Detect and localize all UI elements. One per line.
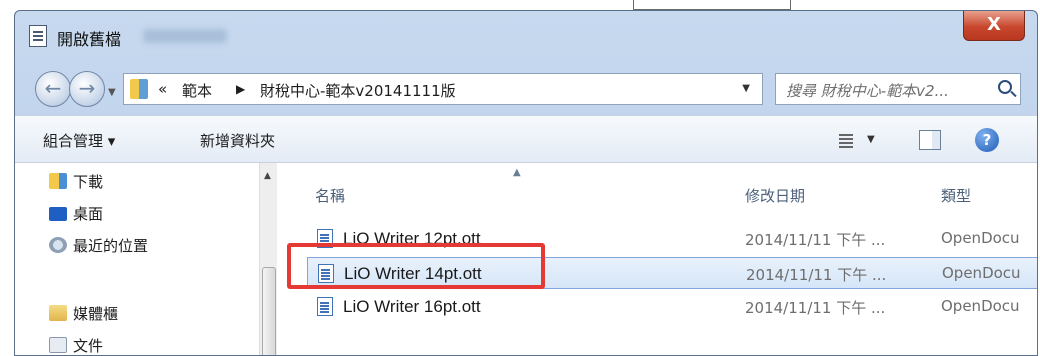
address-row: ← → ▼ « 範本 ▶ 財稅中心-範本v20141111版 ▼ 搜尋 財稅中心… [15,63,1037,115]
sidebar-item-documents[interactable]: 文件 [49,335,104,355]
window-edge-box [633,0,791,10]
arrow-left-icon: ← [44,76,62,100]
sidebar-item-label: 媒體櫃 [73,305,119,323]
folder-icon [130,79,148,99]
preview-pane-icon[interactable] [919,130,941,150]
sidebar-item-label: 最近的位置 [73,237,149,255]
file-date: 2014/11/11 下午 ... [745,299,886,317]
column-header-name[interactable]: 名稱 [315,185,345,206]
document-icon [317,297,333,316]
open-file-dialog: 開啟舊檔 X ← → ▼ « 範本 ▶ 財稅中心-範本v20141111版 ▼ … [14,10,1038,356]
address-bar[interactable]: « 範本 ▶ 財稅中心-範本v20141111版 ▼ [123,73,763,105]
close-button[interactable]: X [963,11,1025,41]
column-header-type[interactable]: 類型 [941,185,971,206]
sidebar-item-label: 文件 [73,337,104,355]
new-folder-button[interactable]: 新增資料夾 [200,130,275,151]
sidebar-scrollbar[interactable]: ▲ [259,163,277,355]
sidebar-item-desktop[interactable]: 桌面 [49,203,104,227]
scroll-thumb[interactable] [262,267,276,355]
help-icon[interactable]: ? [975,128,999,152]
navigation-pane: 下載 桌面 最近的位置 媒體櫃 文件 ▲ [15,163,277,355]
highlight-box [287,243,545,289]
documents-icon [49,337,67,353]
file-date: 2014/11/11 下午 ... [746,266,887,284]
blurred-title-suffix [143,29,227,43]
forward-button[interactable]: → [69,71,105,107]
desktop-icon [49,207,67,221]
address-dropdown-icon[interactable]: ▼ [742,83,750,94]
breadcrumb-separator[interactable]: ▶ [236,82,245,96]
file-type: OpenDocu [942,264,1021,282]
sidebar-item-label: 桌面 [73,205,104,223]
view-options-icon[interactable] [839,134,853,148]
file-type: OpenDocu [941,297,1020,315]
sidebar-item-downloads[interactable]: 下載 [49,171,104,195]
table-row[interactable]: LiO Writer 16pt.ott 2014/11/11 下午 ... Op… [307,291,1037,323]
scroll-up-icon[interactable]: ▲ [264,171,271,181]
recent-places-icon [49,237,67,253]
sidebar-item-libraries[interactable]: 媒體櫃 [49,303,119,327]
file-name: LiO Writer 16pt.ott [343,297,481,316]
arrow-right-icon: → [78,76,96,100]
column-header-date-modified[interactable]: 修改日期 [745,185,805,206]
window-title: 開啟舊檔 [57,30,122,49]
download-folder-icon [49,173,67,189]
library-icon [49,305,67,321]
command-bar: 組合管理 ▾ 新增資料夾 ▼ ? [15,115,1037,163]
title-bar: 開啟舊檔 X [15,11,1037,57]
file-date: 2014/11/11 下午 ... [745,231,886,249]
search-placeholder: 搜尋 財稅中心-範本v2... [786,82,949,100]
document-icon [29,25,47,47]
search-input[interactable]: 搜尋 財稅中心-範本v2... [775,73,1021,105]
sort-ascending-icon: ▲ [513,167,521,178]
breadcrumb-templates[interactable]: 範本 [182,80,212,101]
breadcrumb-current-folder[interactable]: 財稅中心-範本v20141111版 [260,80,456,101]
search-icon[interactable] [998,80,1012,94]
sidebar-item-label: 下載 [73,173,104,191]
organize-menu-button[interactable]: 組合管理 ▾ [43,130,115,151]
recent-pages-dropdown[interactable]: ▼ [108,87,116,98]
sidebar-item-recent-places[interactable]: 最近的位置 [49,235,149,259]
back-button[interactable]: ← [35,71,71,107]
view-options-dropdown[interactable]: ▼ [867,134,875,145]
file-type: OpenDocu [941,229,1020,247]
address-overflow-chevron[interactable]: « [158,80,167,98]
